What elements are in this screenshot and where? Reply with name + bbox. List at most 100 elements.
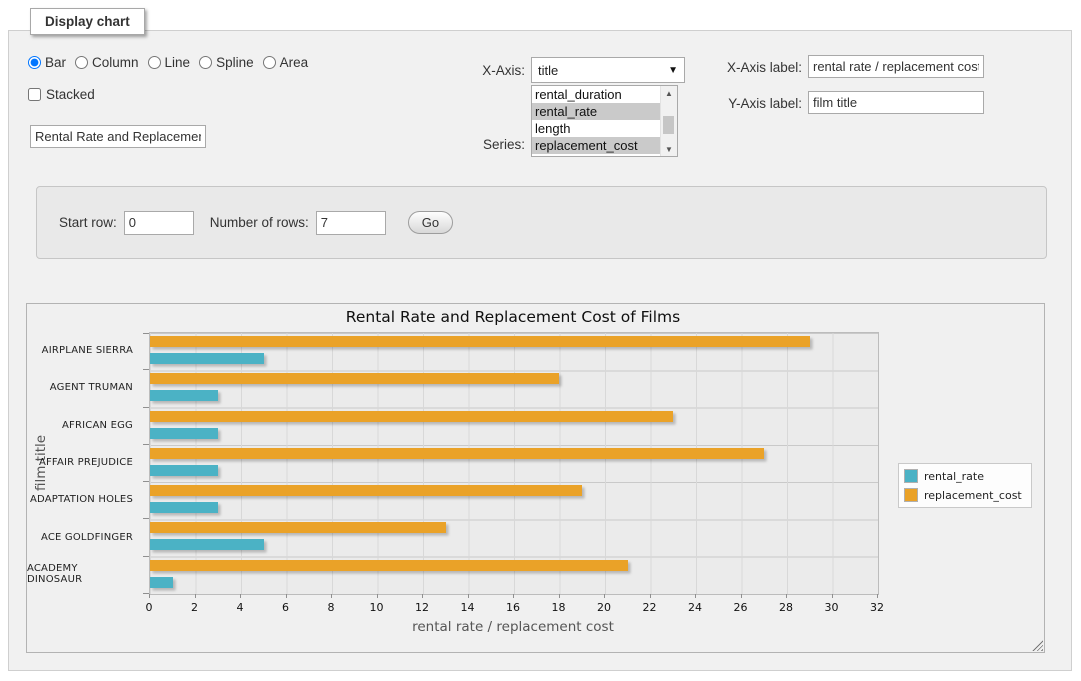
category-label: AIRPLANE SIERRA xyxy=(27,332,141,369)
chart-title-input[interactable] xyxy=(30,125,206,148)
x-axis-tick xyxy=(741,594,742,598)
y-axis-tick xyxy=(143,407,149,408)
x-axis-tick xyxy=(377,594,378,598)
scroll-down-icon[interactable]: ▼ xyxy=(661,142,677,156)
x-axis-tick-label: 18 xyxy=(544,601,574,614)
bar-replacement_cost xyxy=(150,448,764,459)
scroll-up-icon[interactable]: ▲ xyxy=(661,86,677,100)
chart-type-option-line: Line xyxy=(148,55,191,70)
series-multiselect[interactable]: rental_durationrental_ratelengthreplacem… xyxy=(531,85,678,157)
y-axis-tick xyxy=(143,333,149,334)
x-axis-tick-label: 12 xyxy=(407,601,437,614)
x-axis-tick-label: 2 xyxy=(180,601,210,614)
bar-replacement_cost xyxy=(150,336,810,347)
fieldset-legend: Display chart xyxy=(30,8,145,35)
scrollbar-track[interactable] xyxy=(661,100,677,142)
stacked-option: Stacked xyxy=(28,87,95,102)
bar-replacement_cost xyxy=(150,485,582,496)
x-axis-label-label: X-Axis label: xyxy=(692,60,802,75)
x-axis-select-label: X-Axis: xyxy=(430,63,525,78)
x-axis-tick xyxy=(559,594,560,598)
resize-grip-icon[interactable] xyxy=(1032,640,1043,651)
go-button[interactable]: Go xyxy=(408,211,453,234)
bar-replacement_cost xyxy=(150,373,559,384)
chart-type-radio-area[interactable] xyxy=(263,56,276,69)
chart-type-label: Bar xyxy=(45,55,66,70)
x-axis-tick xyxy=(240,594,241,598)
series-option[interactable]: rental_duration xyxy=(532,86,660,103)
category-label: ACE GOLDFINGER xyxy=(27,518,141,555)
y-axis-tick xyxy=(143,444,149,445)
category-label: AFRICAN EGG xyxy=(27,407,141,444)
legend-entry: rental_rate xyxy=(904,469,1022,483)
bar-rental_rate xyxy=(150,465,218,476)
series-option[interactable]: replacement_cost xyxy=(532,137,660,154)
bar-replacement_cost xyxy=(150,560,628,571)
x-axis-tick xyxy=(877,594,878,598)
x-axis-tick xyxy=(513,594,514,598)
x-axis-tick xyxy=(468,594,469,598)
bar-rental_rate xyxy=(150,353,264,364)
bar-replacement_cost xyxy=(150,522,446,533)
chart-type-radio-spline[interactable] xyxy=(199,56,212,69)
x-axis-tick-label: 14 xyxy=(453,601,483,614)
x-axis-tick-label: 4 xyxy=(225,601,255,614)
series-scrollbar[interactable]: ▲ ▼ xyxy=(660,86,677,156)
legend-series-name: rental_rate xyxy=(924,470,984,483)
series-select-label: Series: xyxy=(430,137,525,152)
chart-type-label: Line xyxy=(165,55,191,70)
chart-type-label: Column xyxy=(92,55,139,70)
x-axis-tick-label: 26 xyxy=(726,601,756,614)
chart-type-radio-group: Bar Column Line Spline Area xyxy=(28,55,317,70)
bar-replacement_cost xyxy=(150,411,673,422)
chart-bar-group xyxy=(150,519,878,556)
legend-swatch-icon xyxy=(904,488,918,502)
series-option[interactable]: rental_rate xyxy=(532,103,660,120)
bar-rental_rate xyxy=(150,428,218,439)
category-label: ADAPTATION HOLES xyxy=(27,481,141,518)
chart-category-labels: AIRPLANE SIERRAAGENT TRUMANAFRICAN EGGAF… xyxy=(27,332,141,593)
series-option[interactable]: length xyxy=(532,120,660,137)
x-axis-tick-label: 22 xyxy=(635,601,665,614)
scrollbar-thumb[interactable] xyxy=(663,116,674,134)
chart-bar-group xyxy=(150,333,878,370)
y-axis-tick xyxy=(143,481,149,482)
chart-type-radio-column[interactable] xyxy=(75,56,88,69)
x-axis-tick-label: 32 xyxy=(862,601,892,614)
x-axis-tick-label: 6 xyxy=(271,601,301,614)
chart-type-radio-bar[interactable] xyxy=(28,56,41,69)
chart-type-option-area: Area xyxy=(263,55,309,70)
chart-type-radio-line[interactable] xyxy=(148,56,161,69)
chart-bar-group xyxy=(150,557,878,594)
x-axis-label-input[interactable] xyxy=(808,55,984,78)
x-axis-tick-label: 8 xyxy=(316,601,346,614)
chart-title: Rental Rate and Replacement Cost of Film… xyxy=(149,308,877,326)
legend-series-name: replacement_cost xyxy=(924,489,1022,502)
chart-type-option-column: Column xyxy=(75,55,139,70)
y-axis-label-input[interactable] xyxy=(808,91,984,114)
x-axis-tick xyxy=(695,594,696,598)
num-rows-label: Number of rows: xyxy=(210,215,309,230)
start-row-input[interactable] xyxy=(124,211,194,235)
category-label: ACADEMY DINOSAUR xyxy=(27,556,141,593)
y-axis-label-label: Y-Axis label: xyxy=(692,96,802,111)
series-options: rental_durationrental_ratelengthreplacem… xyxy=(532,86,660,156)
chart-x-axis-title: rental rate / replacement cost xyxy=(149,619,877,635)
bar-rental_rate xyxy=(150,577,173,588)
bar-rental_rate xyxy=(150,502,218,513)
x-axis-tick xyxy=(331,594,332,598)
legend-entry: replacement_cost xyxy=(904,488,1022,502)
chart-type-option-spline: Spline xyxy=(199,55,254,70)
category-label: AFFAIR PREJUDICE xyxy=(27,444,141,481)
x-axis-tick xyxy=(786,594,787,598)
x-axis-tick-label: 10 xyxy=(362,601,392,614)
num-rows-input[interactable] xyxy=(316,211,386,235)
chart-type-label: Spline xyxy=(216,55,254,70)
y-axis-tick xyxy=(143,556,149,557)
x-axis-tick-label: 28 xyxy=(771,601,801,614)
x-axis-tick xyxy=(149,594,150,598)
x-axis-select[interactable]: title ▼ xyxy=(531,57,685,83)
stacked-checkbox[interactable] xyxy=(28,88,41,101)
y-axis-tick xyxy=(143,518,149,519)
legend-swatch-icon xyxy=(904,469,918,483)
